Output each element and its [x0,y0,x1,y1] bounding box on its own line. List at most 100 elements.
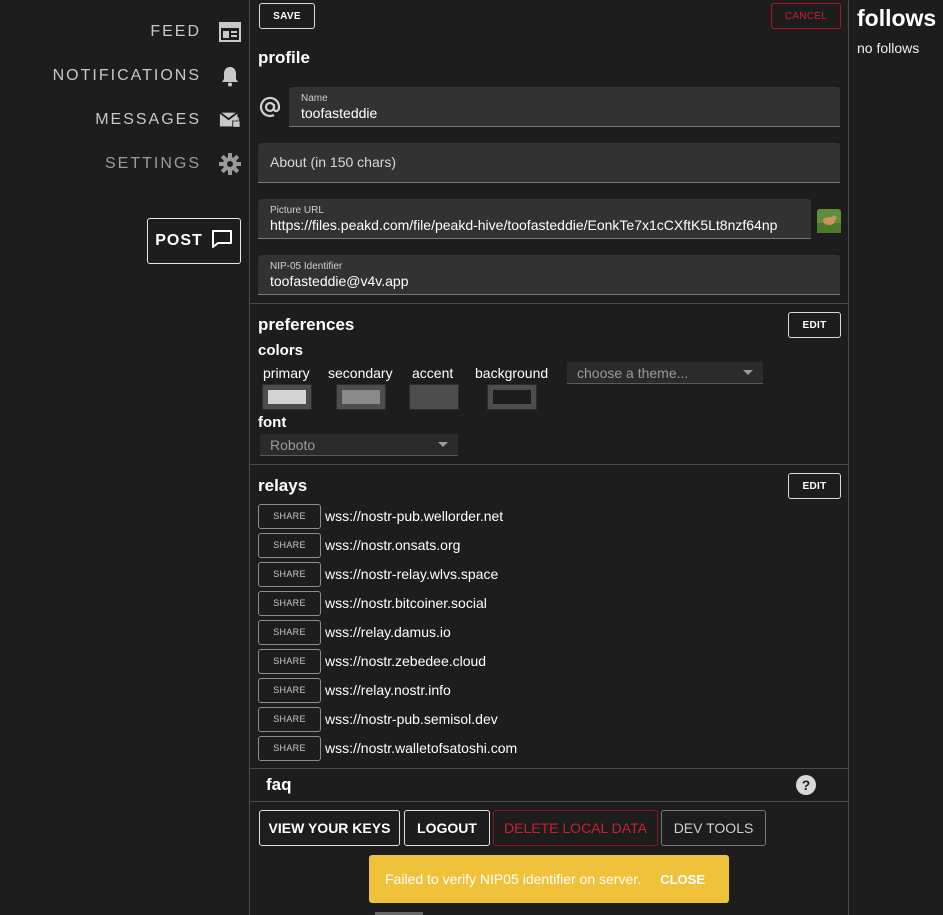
relay-row: SHARE wss://nostr.zebedee.cloud [258,648,486,674]
swatch-fill [415,390,453,404]
relay-share-button[interactable]: SHARE [258,677,321,703]
color-swatch-secondary[interactable] [336,384,386,410]
nav-item-settings[interactable]: SETTINGS [105,151,241,177]
profile-heading: profile [258,48,310,67]
relay-url: wss://nostr.walletofsatoshi.com [325,740,518,756]
name-value: toofasteddie [301,105,378,121]
relays-heading: relays [258,476,308,495]
font-select-value: Roboto [270,436,316,453]
relay-row: SHARE wss://nostr-relay.wlvs.space [258,561,498,587]
swatch-fill [342,390,380,404]
error-toast: Failed to verify NIP05 identifier on ser… [369,855,729,903]
relay-share-button[interactable]: SHARE [258,619,321,645]
avatar-thumbnail [817,209,841,238]
nav-item-feed[interactable]: FEED [150,19,241,45]
nav-item-label: FEED [150,23,201,40]
relay-row: SHARE wss://nostr.walletofsatoshi.com [258,735,517,761]
follows-panel: follows no follows [849,0,943,915]
nip05-label: NIP-05 Identifier [270,261,343,272]
settings-panel: SAVE CANCEL profile Name toofasteddie Ab… [249,0,849,915]
chevron-down-icon [438,442,448,447]
comment-icon [211,229,233,254]
nav-item-label: SETTINGS [104,155,201,172]
preferences-heading: preferences [258,315,355,334]
logout-button[interactable]: LOGOUT [404,810,490,846]
nav-item-label: MESSAGES [95,111,201,128]
toast-close-button[interactable]: CLOSE [660,872,705,887]
relay-share-button[interactable]: SHARE [258,532,321,558]
relay-share-button[interactable]: SHARE [258,735,321,761]
faq-heading: faq [266,775,292,794]
dev-tools-button[interactable]: DEV TOOLS [661,810,766,846]
chevron-down-icon [743,370,753,375]
relay-url: wss://relay.damus.io [325,624,451,640]
color-swatch-background[interactable] [487,384,537,410]
relay-row: SHARE wss://nostr-pub.semisol.dev [258,706,498,732]
preferences-edit-button[interactable]: EDIT [788,312,841,338]
relay-url: wss://nostr-relay.wlvs.space [325,566,499,582]
view-keys-button[interactable]: VIEW YOUR KEYS [259,810,400,846]
relay-share-button[interactable]: SHARE [258,503,321,529]
color-swatch-accent[interactable] [409,384,459,410]
relay-url: wss://nostr.zebedee.cloud [325,653,487,669]
font-label: font [258,414,287,431]
feed-icon [219,21,241,43]
divider [250,464,848,465]
color-name-accent: accent [412,365,454,381]
divider [250,801,848,802]
colors-label: colors [258,342,304,359]
name-field[interactable]: Name toofasteddie [289,87,840,127]
color-swatch-primary[interactable] [262,384,312,410]
picture-url-field[interactable]: Picture URL https://files.peakd.com/file… [258,199,811,239]
picture-url-label: Picture URL [270,205,324,216]
relay-row: SHARE wss://relay.nostr.info [258,677,451,703]
color-name-secondary: secondary [328,365,393,381]
relays-edit-button[interactable]: EDIT [788,473,841,499]
mail-lock-icon [219,109,241,131]
gear-icon [219,153,241,175]
follows-heading: follows [857,5,937,31]
left-nav: FEED NOTIFICATIONS MESSAGES SETTINGS POS… [0,0,249,915]
relay-row: SHARE wss://nostr.onsats.org [258,532,460,558]
toast-message: Failed to verify NIP05 identifier on ser… [385,871,642,887]
relay-url: wss://nostr-pub.wellorder.net [325,508,504,524]
post-button-label: POST [155,232,203,249]
nav-item-label: NOTIFICATIONS [52,67,201,84]
relay-row: SHARE wss://nostr-pub.wellorder.net [258,503,503,529]
nav-item-messages[interactable]: MESSAGES [95,107,241,133]
theme-select[interactable]: choose a theme... [567,362,763,384]
cancel-button[interactable]: CANCEL [771,3,841,29]
about-field[interactable]: About (in 150 chars) [258,143,840,183]
name-label: Name [301,93,328,104]
color-name-primary: primary [263,365,310,381]
theme-select-value: choose a theme... [577,364,689,381]
nav-item-notifications[interactable]: NOTIFICATIONS [53,63,241,89]
save-button[interactable]: SAVE [259,3,315,29]
relay-url: wss://nostr-pub.semisol.dev [325,711,498,727]
nip05-field[interactable]: NIP-05 Identifier toofasteddie@v4v.app [258,255,840,295]
svg-text:?: ? [802,777,811,793]
color-name-background: background [475,365,549,381]
swatch-fill [268,390,306,404]
relay-row: SHARE wss://relay.damus.io [258,619,451,645]
relay-share-button[interactable]: SHARE [258,561,321,587]
follows-empty: no follows [857,40,920,56]
divider [250,303,848,304]
relay-share-button[interactable]: SHARE [258,706,321,732]
delete-local-data-button[interactable]: DELETE LOCAL DATA [493,810,658,846]
at-icon [259,96,281,123]
font-select[interactable]: Roboto [260,434,458,456]
about-placeholder: About (in 150 chars) [270,154,397,170]
relay-url: wss://nostr.onsats.org [325,537,461,553]
post-button[interactable]: POST [147,218,241,264]
help-circle-icon[interactable]: ? [795,774,817,801]
relay-url: wss://nostr.bitcoiner.social [325,595,487,611]
picture-url-value: https://files.peakd.com/file/peakd-hive/… [270,217,778,233]
swatch-fill [493,390,531,404]
relay-share-button[interactable]: SHARE [258,590,321,616]
relay-share-button[interactable]: SHARE [258,648,321,674]
nip05-value: toofasteddie@v4v.app [270,273,409,289]
relay-row: SHARE wss://nostr.bitcoiner.social [258,590,487,616]
bell-icon [219,65,241,87]
relay-url: wss://relay.nostr.info [325,682,451,698]
